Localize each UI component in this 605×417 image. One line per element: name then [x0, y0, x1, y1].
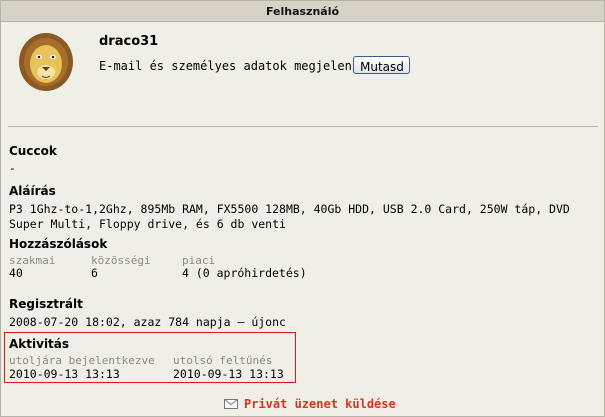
section-title-alairas: Aláírás [9, 184, 56, 198]
posts-value-kozossegi: 6 [91, 266, 98, 280]
activity-value-last-login: 2010-09-13 13:13 [9, 367, 120, 381]
divider [8, 126, 598, 127]
private-message-link[interactable]: Privát üzenet küldése [224, 397, 396, 411]
section-title-cuccok: Cuccok [9, 144, 57, 158]
panel-header: Felhasználó [1, 1, 604, 22]
envelope-icon [224, 399, 238, 409]
posts-label-kozossegi: közösségi [91, 254, 151, 267]
activity-label-last-seen: utolsó feltűnés [173, 354, 273, 367]
signature-text: P3 1Ghz-to-1,2Ghz, 895Mb RAM, FX5500 128… [9, 202, 570, 231]
email-visibility-label: E-mail és személyes adatok megjelenítése… [99, 59, 396, 73]
cuccok-value: - [9, 161, 16, 175]
username: draco31 [99, 34, 159, 49]
registered-value: 2008-07-20 18:02, azaz 784 napja — újonc [9, 315, 286, 329]
user-profile-panel: Felhasználó draco31 E-mail és személyes … [0, 0, 605, 417]
private-message-label: Privát üzenet küldése [244, 397, 396, 411]
section-title-aktivitas: Aktivitás [9, 337, 70, 351]
activity-label-last-login: utoljára bejelentkezve [9, 354, 155, 367]
posts-value-szakmai: 40 [9, 266, 23, 280]
activity-value-last-seen: 2010-09-13 13:13 [173, 367, 284, 381]
lion-avatar-icon [19, 33, 73, 91]
section-title-regisztralt: Regisztrált [9, 297, 83, 311]
show-details-button[interactable]: Mutasd [353, 56, 410, 74]
section-title-hozzaszolasok: Hozzászólások [9, 237, 108, 251]
posts-value-piaci: 4 (0 apróhirdetés) [182, 266, 307, 280]
